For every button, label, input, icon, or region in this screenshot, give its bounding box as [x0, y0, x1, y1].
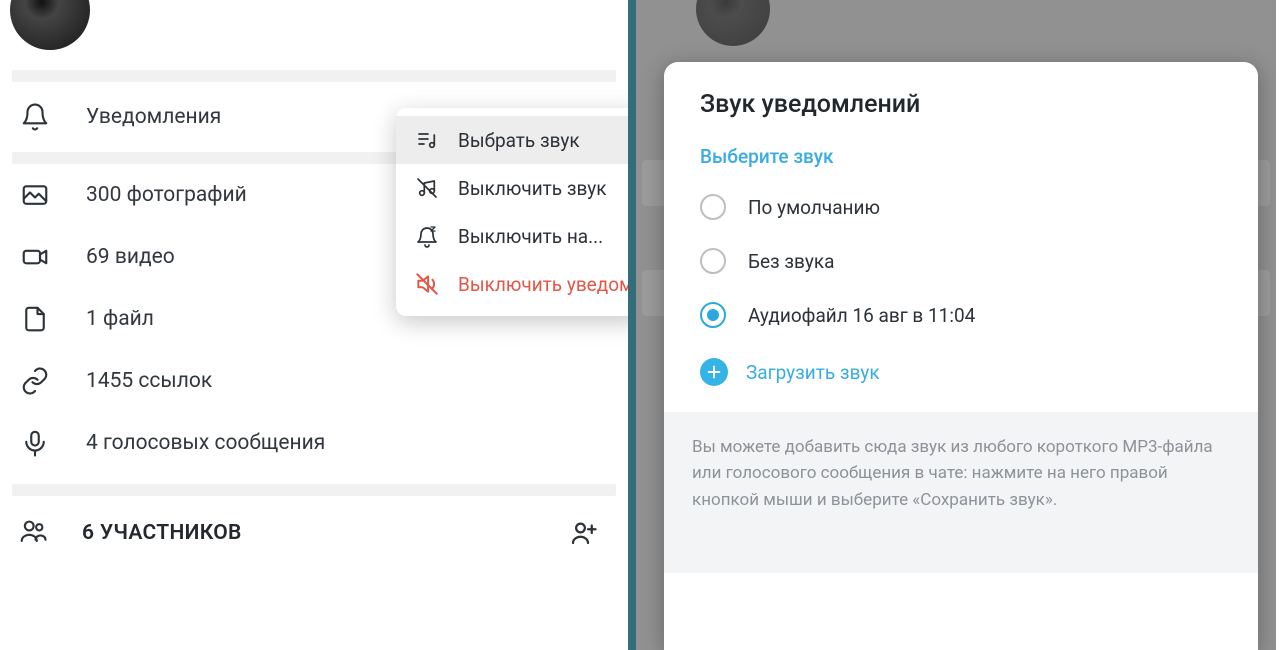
speaker-off-icon: [414, 271, 440, 297]
notifications-label: Уведомления: [86, 105, 221, 129]
image-icon: [18, 178, 52, 212]
file-icon: [18, 302, 52, 336]
people-icon: [18, 516, 52, 550]
option-custom-audio[interactable]: Аудиофайл 16 авг в 11:04: [664, 288, 1258, 342]
video-icon: [18, 240, 52, 274]
divider: [12, 70, 616, 82]
notifications-context-menu: Выбрать звук Выключить звук Выключить на…: [396, 108, 636, 316]
radio-icon: [700, 248, 726, 274]
notification-sound-dialog: Звук уведомлений Выберите звук По умолча…: [664, 62, 1258, 650]
menu-disable-notifications[interactable]: Выключить уведомления: [396, 260, 636, 308]
music-off-icon: [414, 175, 440, 201]
menu-label: Выбрать звук: [458, 129, 580, 152]
menu-choose-sound[interactable]: Выбрать звук: [396, 116, 636, 164]
members-label: 6 УЧАСТНИКОВ: [82, 521, 242, 545]
menu-label: Выключить на...: [458, 225, 603, 248]
videos-label: 69 видео: [86, 245, 175, 269]
music-list-icon: [414, 127, 440, 153]
option-label: Без звука: [748, 250, 834, 273]
file-label: 1 файл: [86, 307, 154, 331]
option-label: По умолчанию: [748, 196, 880, 219]
menu-mute-sound[interactable]: Выключить звук: [396, 164, 636, 212]
menu-label: Выключить звук: [458, 177, 607, 200]
menu-mute-for[interactable]: Выключить на...: [396, 212, 636, 260]
voice-label: 4 голосовых сообщения: [86, 431, 325, 455]
media-voice-row[interactable]: 4 голосовых сообщения: [0, 412, 628, 474]
dialog-subtitle: Выберите звук: [664, 129, 1258, 180]
add-member-icon[interactable]: [568, 518, 598, 548]
menu-label: Выключить уведомления: [458, 273, 636, 296]
members-row[interactable]: 6 УЧАСТНИКОВ: [0, 496, 628, 570]
radio-icon: [700, 194, 726, 220]
photos-label: 300 фотографий: [86, 183, 247, 207]
upload-label: Загрузить звук: [746, 361, 880, 384]
option-default[interactable]: По умолчанию: [664, 180, 1258, 234]
upload-sound-button[interactable]: Загрузить звук: [664, 342, 1258, 412]
media-links-row[interactable]: 1455 ссылок: [0, 350, 628, 412]
bell-icon: [18, 100, 52, 134]
link-icon: [18, 364, 52, 398]
dialog-hint: Вы можете добавить сюда звук из любого к…: [664, 412, 1258, 573]
plus-icon: [700, 358, 728, 386]
radio-checked-icon: [700, 302, 726, 328]
option-silent[interactable]: Без звука: [664, 234, 1258, 288]
dialog-title: Звук уведомлений: [664, 62, 1258, 129]
links-label: 1455 ссылок: [86, 369, 212, 393]
divider: [12, 484, 616, 496]
profile-info-pane: Уведомления 300 фотографий 69 видео 1 фа…: [0, 0, 636, 650]
microphone-icon: [18, 426, 52, 460]
sound-dialog-pane: Звук уведомлений Выберите звук По умолча…: [636, 0, 1276, 650]
option-label: Аудиофайл 16 авг в 11:04: [748, 304, 975, 327]
bell-snooze-icon: [414, 223, 440, 249]
